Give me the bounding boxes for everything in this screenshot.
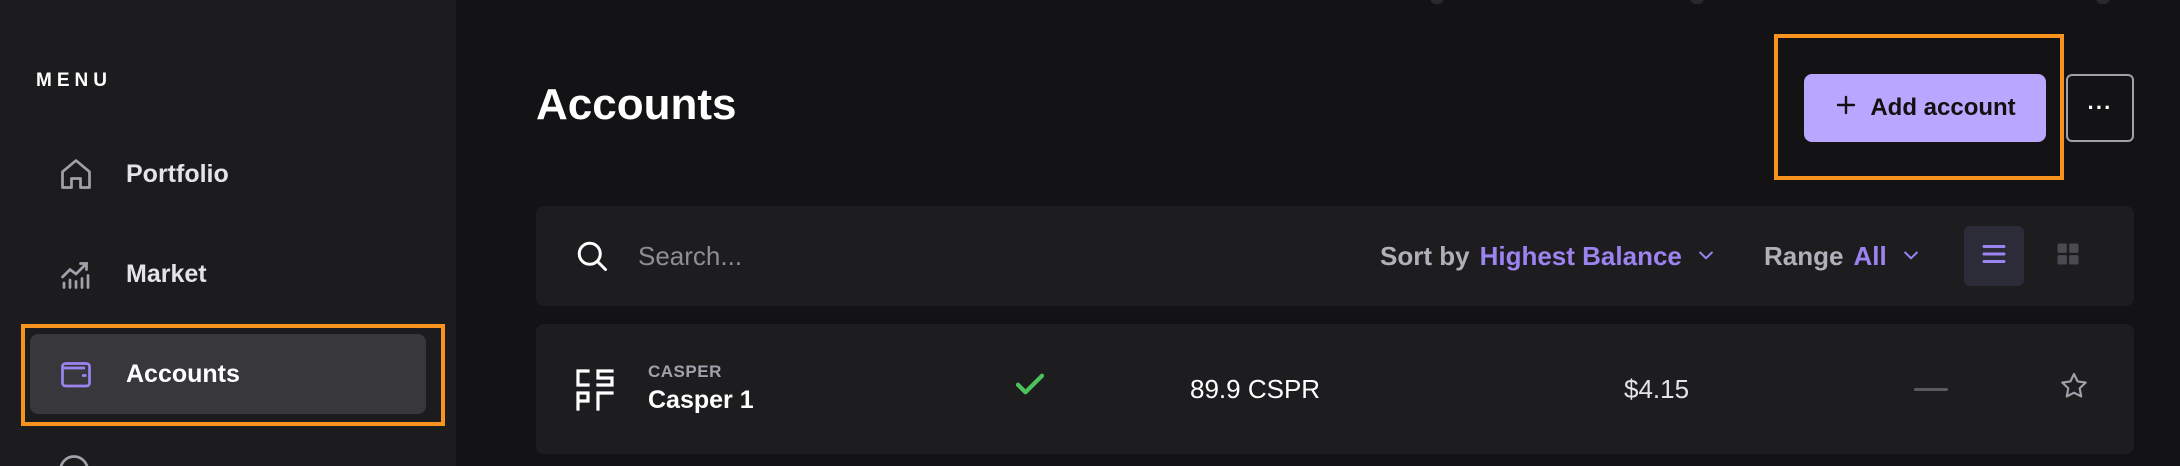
list-view-icon [1979, 239, 2009, 274]
search-input[interactable] [638, 234, 1158, 278]
sidebar-item-portfolio[interactable]: Portfolio [30, 134, 426, 214]
menu-label: MENU [36, 70, 112, 91]
partial-nav-icon [56, 452, 92, 466]
sidebar-item-label: Market [126, 259, 207, 288]
search-icon [574, 238, 610, 274]
account-usd-value: $4.15 [1624, 374, 1690, 404]
add-account-label: Add account [1870, 94, 2016, 121]
accounts-toolbar: Sort by Highest Balance Range All [536, 206, 2134, 306]
more-icon: ··· [2087, 95, 2113, 120]
account-name: Casper 1 [648, 386, 754, 414]
top-clipped-element [2096, 0, 2110, 4]
casper-logo-icon [574, 364, 616, 414]
account-balance: 89.9 CSPR [1190, 374, 1321, 404]
plus-icon [1834, 93, 1858, 124]
app-window: MENU Portfolio Market Accounts Accounts … [0, 0, 2180, 466]
sidebar-item-accounts[interactable]: Accounts [30, 334, 426, 414]
wallet-icon [56, 354, 96, 394]
range-label: Range [1764, 240, 1844, 271]
chevron-down-icon [1696, 241, 1716, 272]
star-icon[interactable] [2058, 370, 2090, 402]
top-clipped-element [1430, 0, 1444, 4]
sidebar-item-label: Accounts [126, 359, 240, 388]
range-value: All [1853, 240, 1887, 271]
home-icon [56, 154, 96, 194]
change-placeholder-dash [1914, 388, 1948, 391]
account-row[interactable]: CASPER Casper 1 89.9 CSPR $4.15 [536, 324, 2134, 454]
sidebar-item-label: Portfolio [126, 159, 229, 188]
account-symbol: CASPER [648, 362, 722, 381]
sort-value: Highest Balance [1479, 240, 1682, 271]
range-dropdown[interactable]: Range All [1764, 236, 1921, 276]
chart-icon [56, 254, 96, 294]
add-account-button[interactable]: Add account [1804, 74, 2046, 142]
sidebar-item-market[interactable]: Market [30, 234, 426, 314]
chevron-down-icon [1901, 241, 1921, 272]
sort-label: Sort by [1380, 240, 1470, 271]
list-view-toggle[interactable] [1964, 226, 2024, 286]
grid-view-icon [2054, 240, 2082, 273]
page-title: Accounts [536, 80, 737, 129]
more-options-button[interactable]: ··· [2066, 74, 2134, 142]
sidebar: MENU Portfolio Market Accounts [0, 0, 456, 466]
check-icon [1012, 366, 1048, 402]
sort-dropdown[interactable]: Sort by Highest Balance [1380, 236, 1716, 276]
top-clipped-element [1690, 0, 1704, 4]
grid-view-toggle[interactable] [2048, 236, 2088, 276]
